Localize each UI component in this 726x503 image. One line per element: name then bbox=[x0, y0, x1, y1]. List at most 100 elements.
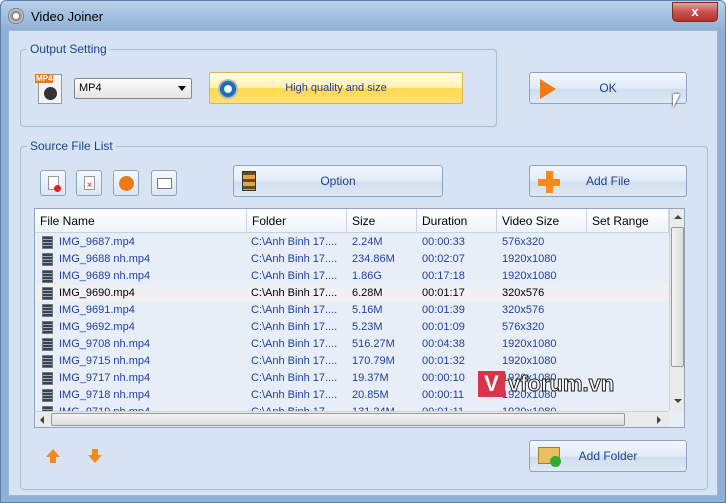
cell-size: 5.16M bbox=[352, 304, 383, 316]
vertical-scrollbar[interactable] bbox=[669, 209, 684, 411]
video-file-icon bbox=[42, 338, 53, 351]
cell-size: 2.24M bbox=[352, 236, 383, 248]
cell-duration: 00:01:17 bbox=[422, 287, 465, 299]
properties-button[interactable] bbox=[151, 170, 177, 196]
cell-name: IMG_9688 nh.mp4 bbox=[59, 253, 151, 265]
cell-size: 5.23M bbox=[352, 321, 383, 333]
cell-video-size: 1920x1080 bbox=[502, 253, 557, 265]
cell-name: IMG_9691.mp4 bbox=[59, 304, 135, 316]
arrow-up-icon bbox=[46, 449, 60, 457]
cell-size: 234.86M bbox=[352, 253, 395, 265]
cell-size: 516.27M bbox=[352, 338, 395, 350]
cell-name: IMG_9692.mp4 bbox=[59, 321, 135, 333]
arrow-down-icon bbox=[88, 455, 102, 463]
cell-duration: 00:00:33 bbox=[422, 236, 465, 248]
add-file-button[interactable]: Add File bbox=[529, 165, 687, 197]
cell-folder: C:\Anh Binh 17.... bbox=[251, 270, 338, 282]
cell-folder: C:\Anh Binh 17.... bbox=[251, 236, 338, 248]
cell-size: 170.79M bbox=[352, 355, 395, 367]
video-file-icon bbox=[42, 236, 53, 249]
cell-duration: 00:01:39 bbox=[422, 304, 465, 316]
column-file-name[interactable]: File Name bbox=[35, 209, 247, 233]
video-file-icon bbox=[42, 253, 53, 266]
cell-duration: 00:17:18 bbox=[422, 270, 465, 282]
cell-folder: C:\Anh Binh 17.... bbox=[251, 253, 338, 265]
table-row[interactable]: IMG_9708 nh.mp4 C:\Anh Binh 17.... 516.27M… bbox=[35, 336, 669, 353]
cell-name: IMG_9689 nh.mp4 bbox=[59, 270, 151, 282]
close-button[interactable]: x bbox=[672, 2, 718, 22]
ok-button[interactable]: OK bbox=[529, 72, 687, 104]
cell-video-size: 320x576 bbox=[502, 287, 545, 299]
cell-video-size: 576x320 bbox=[502, 321, 545, 333]
cell-duration: 00:01:09 bbox=[422, 321, 465, 333]
cell-name: IMG_9708 nh.mp4 bbox=[59, 338, 151, 350]
play-button[interactable] bbox=[113, 170, 139, 196]
cell-folder: C:\Anh Binh 17.... bbox=[251, 372, 338, 384]
cell-video-size: 320x576 bbox=[502, 304, 545, 316]
cell-duration: 00:01:32 bbox=[422, 355, 465, 367]
video-file-icon bbox=[42, 287, 53, 300]
properties-icon bbox=[157, 178, 172, 189]
mp4-file-icon: MP4 bbox=[35, 74, 62, 104]
clear-list-button[interactable]: × bbox=[76, 170, 102, 196]
cell-folder: C:\Anh Binh 17.... bbox=[251, 389, 338, 401]
cell-name: IMG_9687.mp4 bbox=[59, 236, 135, 248]
scroll-right-icon[interactable] bbox=[657, 416, 661, 424]
cell-folder: C:\Anh Binh 17.... bbox=[251, 304, 338, 316]
scroll-left-icon[interactable] bbox=[40, 416, 44, 424]
move-up-button[interactable] bbox=[46, 449, 60, 465]
table-row[interactable]: IMG_9715 nh.mp4 C:\Anh Binh 17.... 170.79M… bbox=[35, 353, 669, 370]
cell-duration: 00:02:07 bbox=[422, 253, 465, 265]
cell-video-size: 1920x1080 bbox=[502, 270, 557, 282]
quality-button[interactable]: High quality and size bbox=[209, 72, 463, 104]
table-row[interactable]: IMG_9689 nh.mp4 C:\Anh Binh 17.... 1.86G 00… bbox=[35, 268, 669, 285]
cell-folder: C:\Anh Binh 17.... bbox=[251, 338, 338, 350]
scroll-up-icon[interactable] bbox=[674, 215, 682, 219]
cell-video-size: 1920x1080 bbox=[502, 355, 557, 367]
vforum-watermark-logo: Vvforum.vn bbox=[478, 371, 615, 397]
column-duration[interactable]: Duration bbox=[417, 209, 497, 233]
chevron-down-icon bbox=[178, 86, 186, 91]
video-file-icon bbox=[42, 304, 53, 317]
column-set-range[interactable]: Set Range bbox=[587, 209, 669, 233]
remove-file-button[interactable] bbox=[40, 170, 66, 196]
cell-name: IMG_9690.mp4 bbox=[59, 287, 135, 299]
column-size[interactable]: Size bbox=[347, 209, 417, 233]
scroll-down-icon[interactable] bbox=[674, 399, 682, 403]
cell-folder: C:\Anh Binh 17.... bbox=[251, 355, 338, 367]
cell-size: 19.37M bbox=[352, 372, 389, 384]
table-row[interactable]: IMG_9690.mp4 C:\Anh Binh 17.... 6.28M 00:01… bbox=[35, 285, 669, 302]
video-file-icon bbox=[42, 355, 53, 368]
video-file-icon bbox=[42, 321, 53, 334]
table-header: File Name Folder Size Duration Video Siz… bbox=[35, 209, 669, 233]
video-file-icon bbox=[42, 372, 53, 385]
add-folder-button[interactable]: Add Folder bbox=[529, 440, 687, 472]
window-title: Video Joiner bbox=[31, 9, 104, 24]
video-file-icon bbox=[42, 389, 53, 402]
table-row[interactable]: IMG_9691.mp4 C:\Anh Binh 17.... 5.16M 00:01… bbox=[35, 302, 669, 319]
column-folder[interactable]: Folder bbox=[247, 209, 347, 233]
move-down-button[interactable] bbox=[88, 449, 102, 465]
cell-name: IMG_9718 nh.mp4 bbox=[59, 389, 151, 401]
horizontal-scrollbar[interactable] bbox=[35, 411, 669, 427]
play-icon bbox=[119, 176, 134, 191]
vertical-scroll-thumb[interactable] bbox=[671, 227, 684, 367]
option-button[interactable]: Option bbox=[233, 165, 443, 197]
horizontal-scroll-thumb[interactable] bbox=[51, 413, 625, 426]
cell-name: IMG_9715 nh.mp4 bbox=[59, 355, 151, 367]
column-video-size[interactable]: Video Size bbox=[497, 209, 587, 233]
cell-video-size: 576x320 bbox=[502, 236, 545, 248]
video-file-icon bbox=[42, 270, 53, 283]
cell-duration: 00:04:38 bbox=[422, 338, 465, 350]
cell-size: 6.28M bbox=[352, 287, 383, 299]
clear-list-icon: × bbox=[84, 176, 95, 191]
format-dropdown[interactable]: MP4 bbox=[74, 78, 192, 99]
table-row[interactable]: IMG_9687.mp4 C:\Anh Binh 17.... 2.24M 00:00… bbox=[35, 234, 669, 251]
cell-folder: C:\Anh Binh 17.... bbox=[251, 321, 338, 333]
cell-video-size: 1920x1080 bbox=[502, 338, 557, 350]
app-icon bbox=[8, 8, 24, 24]
source-file-list-label: Source File List bbox=[27, 139, 116, 153]
table-row[interactable]: IMG_9688 nh.mp4 C:\Anh Binh 17.... 234.86M… bbox=[35, 251, 669, 268]
mouse-cursor-icon bbox=[673, 94, 680, 108]
table-row[interactable]: IMG_9692.mp4 C:\Anh Binh 17.... 5.23M 00:01… bbox=[35, 319, 669, 336]
